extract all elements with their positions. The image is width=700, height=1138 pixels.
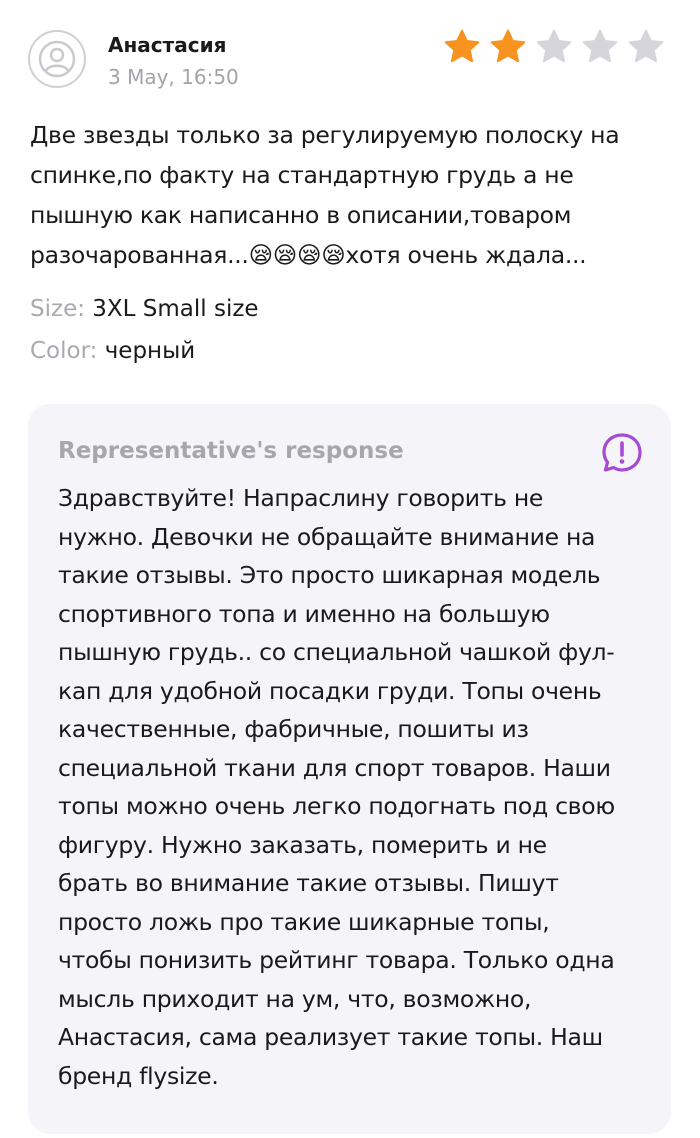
star-icon [582,29,618,63]
color-value: черный [104,338,196,364]
size-attribute: Size: 3XL Small size [30,296,259,322]
color-label: Color: [30,338,98,364]
exclamation-bubble-icon[interactable] [601,432,643,474]
author-name: Анастасия [108,33,227,57]
representative-response: Representative's response Здравствуйте! … [28,404,671,1134]
response-text: Здравствуйте! Напраслину говорить не нуж… [58,484,615,1090]
rating-stars [443,28,665,66]
review-card: Анастасия 3 May, 16:50 Две звезды только… [0,0,700,1138]
star-icon [490,29,526,63]
review-text: Две звезды только за регулируемую полоск… [30,121,620,269]
size-value: 3XL Small size [92,296,259,322]
user-avatar-icon [28,30,86,88]
response-title: Representative's response [58,438,404,464]
review-date: 3 May, 16:50 [108,65,239,89]
star-icon [628,29,664,63]
size-label: Size: [30,296,85,322]
star-icon [536,29,572,63]
star-icon [444,29,480,63]
color-attribute: Color: черный [30,338,195,364]
